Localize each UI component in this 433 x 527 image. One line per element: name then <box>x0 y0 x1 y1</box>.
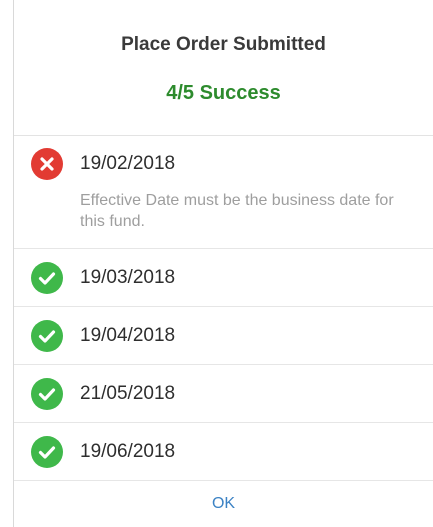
page: Place Order Submitted 4/5 Success 19/02/… <box>0 0 433 527</box>
result-row-success: 21/05/2018 <box>14 365 433 423</box>
dialog-title: Place Order Submitted <box>121 34 326 55</box>
order-result-dialog: Place Order Submitted 4/5 Success 19/02/… <box>14 0 433 527</box>
success-check-icon <box>31 378 63 410</box>
dialog-header: Place Order Submitted 4/5 Success <box>14 0 433 136</box>
result-date: 21/05/2018 <box>80 383 176 404</box>
success-check-icon <box>31 436 63 468</box>
result-row-error: 19/02/2018 Effective Date must be the bu… <box>14 136 433 249</box>
result-date: 19/02/2018 <box>80 153 176 174</box>
ok-button[interactable]: OK <box>202 493 245 515</box>
result-row-success: 19/03/2018 <box>14 249 433 307</box>
success-check-icon <box>31 320 63 352</box>
result-date: 19/03/2018 <box>80 267 176 288</box>
success-check-icon <box>31 262 63 294</box>
error-message: Effective Date must be the business date… <box>80 192 394 230</box>
result-date: 19/04/2018 <box>80 325 176 346</box>
error-x-icon <box>31 148 63 180</box>
dialog-footer: OK <box>14 478 433 527</box>
success-summary: 4/5 Success <box>166 82 281 104</box>
result-list: 19/02/2018 Effective Date must be the bu… <box>14 136 433 481</box>
result-row-success: 19/06/2018 <box>14 423 433 481</box>
result-row-success: 19/04/2018 <box>14 307 433 365</box>
result-date: 19/06/2018 <box>80 441 176 462</box>
